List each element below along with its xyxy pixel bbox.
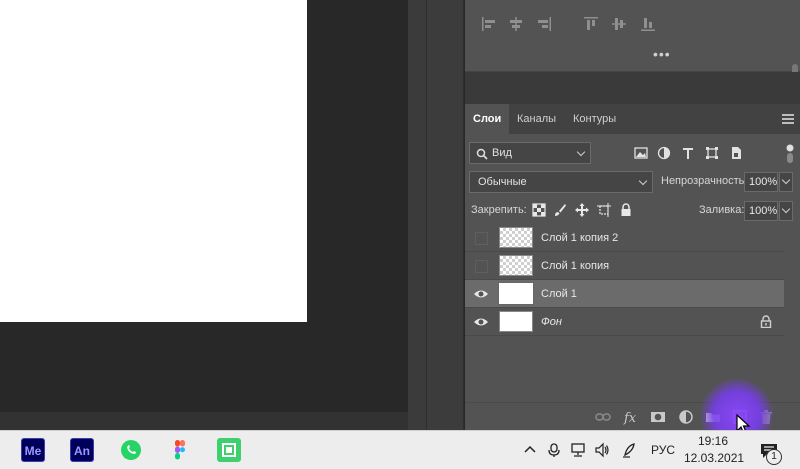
language-indicator[interactable]: РУС: [651, 443, 675, 457]
filter-kind-dropdown[interactable]: Вид: [469, 142, 591, 164]
visibility-toggle[interactable]: [473, 258, 489, 274]
tab-paths[interactable]: Контуры: [565, 104, 624, 134]
opacity-dropdown-arrow[interactable]: [779, 172, 793, 192]
lock-pixels-brush-icon[interactable]: [553, 203, 567, 217]
add-mask-icon[interactable]: [650, 409, 666, 425]
blend-mode-value: Обычные: [478, 176, 527, 188]
panel-dock-strip: [426, 0, 464, 430]
tab-layers[interactable]: Слои: [465, 104, 510, 134]
layer-name: Слой 1 копия: [541, 260, 610, 272]
chevron-up-icon[interactable]: [522, 442, 538, 458]
eye-icon[interactable]: [473, 314, 489, 330]
status-bar: [0, 412, 408, 430]
layer-name: Слой 1: [541, 288, 577, 300]
fill-dropdown-arrow[interactable]: [779, 201, 793, 221]
link-layers-icon[interactable]: [595, 409, 611, 425]
media-encoder-app-icon[interactable]: Me: [21, 438, 45, 462]
lock-label: Закрепить:: [471, 204, 527, 216]
document-canvas[interactable]: [0, 0, 307, 322]
filter-toggle[interactable]: [785, 144, 795, 164]
blend-row: Обычные Непрозрачность: 100%: [465, 171, 800, 193]
lock-all-icon[interactable]: [619, 203, 633, 217]
align-right-icon[interactable]: [536, 16, 552, 32]
clock-date[interactable]: 12.03.2021: [684, 451, 744, 465]
eye-icon[interactable]: [473, 286, 489, 302]
align-vertical-center-icon[interactable]: [611, 16, 627, 32]
layer-thumbnail: [498, 282, 534, 305]
tab-channels[interactable]: Каналы: [509, 104, 564, 134]
lock-transparency-icon[interactable]: [532, 203, 546, 217]
layer-name: Слой 1 копия 2: [541, 232, 619, 244]
pen-icon[interactable]: [622, 442, 638, 458]
adjustment-layer-icon[interactable]: [678, 409, 694, 425]
layer-row[interactable]: Слой 1 копия: [465, 252, 784, 280]
filter-pixel-icon[interactable]: [634, 146, 648, 160]
layer-list-scrollbar[interactable]: [788, 224, 798, 404]
canvas-scrollbar-track[interactable]: [408, 0, 428, 430]
taskbar: Me An РУС 19:16 12.03.2021 1: [0, 430, 800, 469]
blend-mode-dropdown[interactable]: Обычные: [469, 171, 653, 193]
align-top-icon[interactable]: [583, 16, 599, 32]
filter-type-icon[interactable]: [681, 146, 695, 160]
filter-row: Вид: [465, 142, 800, 164]
canvas-area[interactable]: [0, 0, 408, 412]
volume-icon[interactable]: [594, 442, 610, 458]
network-icon[interactable]: [570, 442, 586, 458]
filter-kind-label: Вид: [492, 147, 512, 159]
filter-shape-icon[interactable]: [705, 146, 719, 160]
clock-time[interactable]: 19:16: [684, 434, 742, 448]
layer-row[interactable]: Слой 1 копия 2: [465, 224, 784, 252]
panel-scrollbar[interactable]: [790, 0, 798, 80]
panel-menu-icon[interactable]: [782, 114, 794, 124]
visibility-toggle[interactable]: [473, 230, 489, 246]
lock-position-move-icon[interactable]: [575, 203, 589, 217]
layer-style-fx-icon[interactable]: fx: [623, 409, 639, 426]
opacity-label: Непрозрачность:: [661, 175, 748, 187]
layer-thumbnail: [499, 227, 533, 248]
fill-input[interactable]: 100%: [744, 201, 778, 221]
panel-tabs: Слои Каналы Контуры: [465, 104, 800, 134]
screenshot-app-icon[interactable]: [217, 438, 241, 462]
align-horizontal-center-icon[interactable]: [508, 16, 524, 32]
panel-divider: [465, 72, 800, 104]
lock-artboard-icon[interactable]: [597, 203, 611, 217]
layer-row[interactable]: Фон: [465, 308, 784, 336]
figma-app-icon[interactable]: [168, 438, 192, 462]
filter-smart-object-icon[interactable]: [729, 146, 743, 160]
align-left-icon[interactable]: [481, 16, 497, 32]
search-icon: [476, 147, 488, 160]
filter-adjustment-icon[interactable]: [657, 146, 671, 160]
align-bottom-icon[interactable]: [640, 16, 656, 32]
fill-label: Заливка:: [699, 204, 745, 216]
layer-thumbnail: [499, 311, 533, 332]
layer-row-selected[interactable]: Слой 1: [465, 280, 784, 308]
right-panels: ••• Слои Каналы Контуры Вид Обычные Непр…: [465, 0, 800, 430]
animate-app-icon[interactable]: An: [70, 438, 94, 462]
more-options-icon[interactable]: •••: [653, 47, 670, 61]
align-panel: •••: [465, 0, 800, 78]
notification-count-badge: 1: [766, 449, 782, 465]
microphone-icon[interactable]: [546, 442, 562, 458]
lock-icon[interactable]: [760, 315, 772, 329]
whatsapp-app-icon[interactable]: [119, 438, 143, 462]
svg-text:fx: fx: [623, 411, 637, 425]
lock-row: Закрепить: Заливка: 100%: [465, 200, 800, 222]
layer-thumbnail: [499, 255, 533, 276]
opacity-input[interactable]: 100%: [744, 172, 778, 192]
layer-name: Фон: [541, 316, 562, 328]
